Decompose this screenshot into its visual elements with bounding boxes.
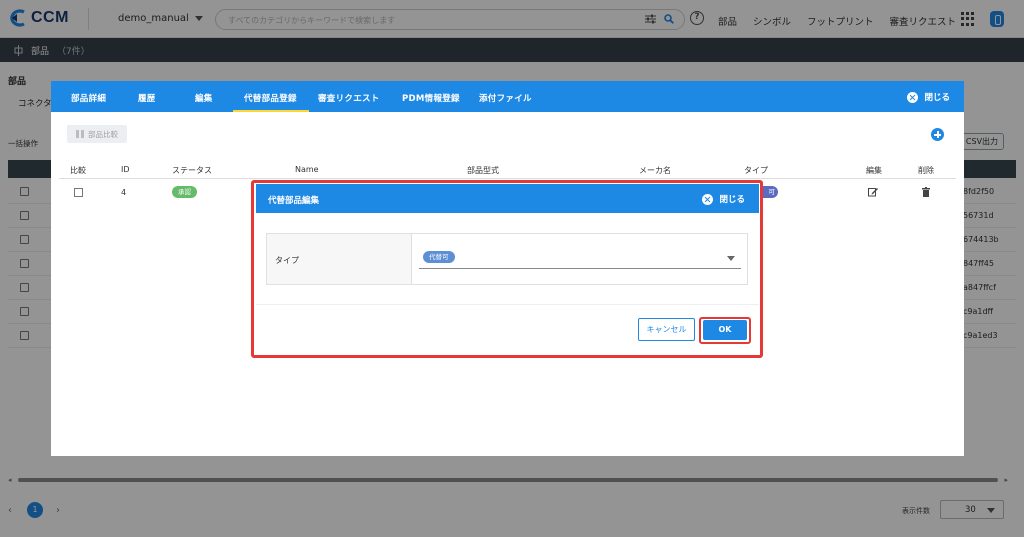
alternate-part-edit-dialog: 代替部品編集 閉じる タイプ 代替可 キャンセル OK [256,184,759,354]
row-id: 4 [121,188,127,197]
close-icon [702,193,714,205]
column-edit: 編集 [866,166,882,175]
panel-close-label: 閉じる [924,93,950,103]
column-type: タイプ [744,166,768,175]
dialog-title: 代替部品編集 [268,196,320,206]
close-icon [907,91,919,103]
column-part-model: 部品型式 [467,166,499,175]
type-form-row: タイプ 代替可 [266,233,748,285]
header-divider [59,178,956,179]
panel-tabbar: 部品詳細 履歴 編集 代替部品登録 審査リクエスト PDM情報登録 添付ファイル… [51,81,964,112]
column-id: ID [121,165,130,174]
tab-review-request[interactable]: 審査リクエスト [318,92,380,104]
compare-checkbox[interactable] [74,188,83,197]
edit-icon[interactable] [868,187,878,197]
dialog-close-button[interactable]: 閉じる [702,193,745,205]
add-alternate-icon[interactable] [931,128,944,141]
compare-button-label: 部品比較 [88,129,118,139]
type-label: タイプ [275,256,299,265]
trash-icon[interactable] [922,187,930,197]
tab-alternate-registration[interactable]: 代替部品登録 [244,92,297,104]
tab-part-details[interactable]: 部品詳細 [71,92,106,104]
type-select[interactable]: 代替可 [419,247,741,269]
type-selected-chip: 代替可 [423,251,455,263]
tab-history[interactable]: 履歴 [138,92,156,104]
dialog-divider [256,304,759,305]
chevron-down-icon [727,256,735,261]
tab-pdm-registration[interactable]: PDM情報登録 [402,92,460,104]
ok-button-highlight [699,317,751,344]
column-status: ステータス [172,166,212,175]
column-manufacturer: メーカ名 [639,166,671,175]
cancel-button[interactable]: キャンセル [638,318,695,341]
dialog-header: 代替部品編集 閉じる [256,184,759,213]
panel-close-button[interactable]: 閉じる [907,91,950,103]
compare-parts-button[interactable]: 部品比較 [67,125,127,143]
dialog-close-label: 閉じる [719,195,745,205]
tab-edit[interactable]: 編集 [195,92,213,104]
form-label-cell: タイプ [267,234,412,284]
column-delete: 削除 [918,166,934,175]
tab-attachments[interactable]: 添付ファイル [479,92,532,104]
active-tab-indicator [233,110,309,112]
column-compare: 比較 [70,166,86,175]
status-badge: 承認 [172,186,197,198]
column-name: Name [295,165,319,174]
compare-icon [76,130,84,138]
